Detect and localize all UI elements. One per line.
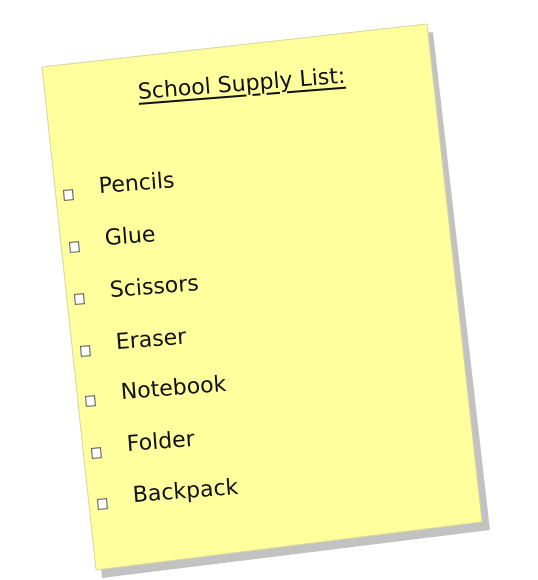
checkbox[interactable]: [80, 345, 91, 357]
checkbox[interactable]: [97, 498, 108, 510]
item-label: Glue: [103, 222, 157, 252]
checkbox[interactable]: [91, 447, 102, 459]
sticky-note: School Supply List: Pencils Glue Scissor…: [0, 0, 538, 580]
checkbox[interactable]: [63, 189, 74, 201]
checkbox[interactable]: [85, 395, 96, 407]
item-label: Folder: [125, 426, 196, 458]
checkbox[interactable]: [69, 241, 80, 253]
checkbox[interactable]: [74, 293, 85, 305]
